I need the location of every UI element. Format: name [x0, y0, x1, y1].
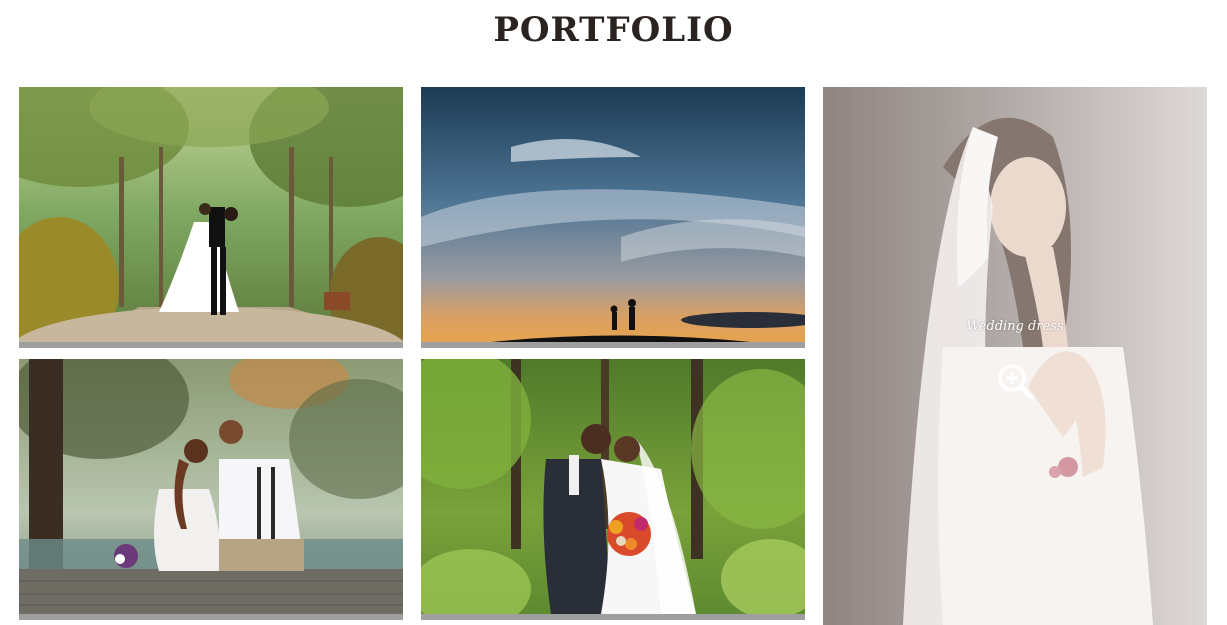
forest-couple-image: [19, 87, 403, 342]
page-title: PORTFOLIO: [493, 10, 734, 50]
hover-overlay: [823, 87, 1207, 625]
portfolio-item-couple-bouquet[interactable]: [421, 359, 805, 620]
sunset-silhouette-image: [421, 87, 805, 342]
portfolio-item-couple-sitting[interactable]: [19, 359, 403, 620]
zoom-in-icon[interactable]: [997, 363, 1035, 401]
portfolio-item-forest-couple[interactable]: [19, 87, 403, 348]
portfolio-item-sunset-silhouette[interactable]: [421, 87, 805, 348]
item-caption: Wedding dress: [966, 319, 1064, 334]
portfolio-item-wedding-dress[interactable]: Wedding dress: [823, 87, 1207, 625]
couple-bouquet-image: [421, 359, 805, 614]
couple-sitting-image: [19, 359, 403, 614]
